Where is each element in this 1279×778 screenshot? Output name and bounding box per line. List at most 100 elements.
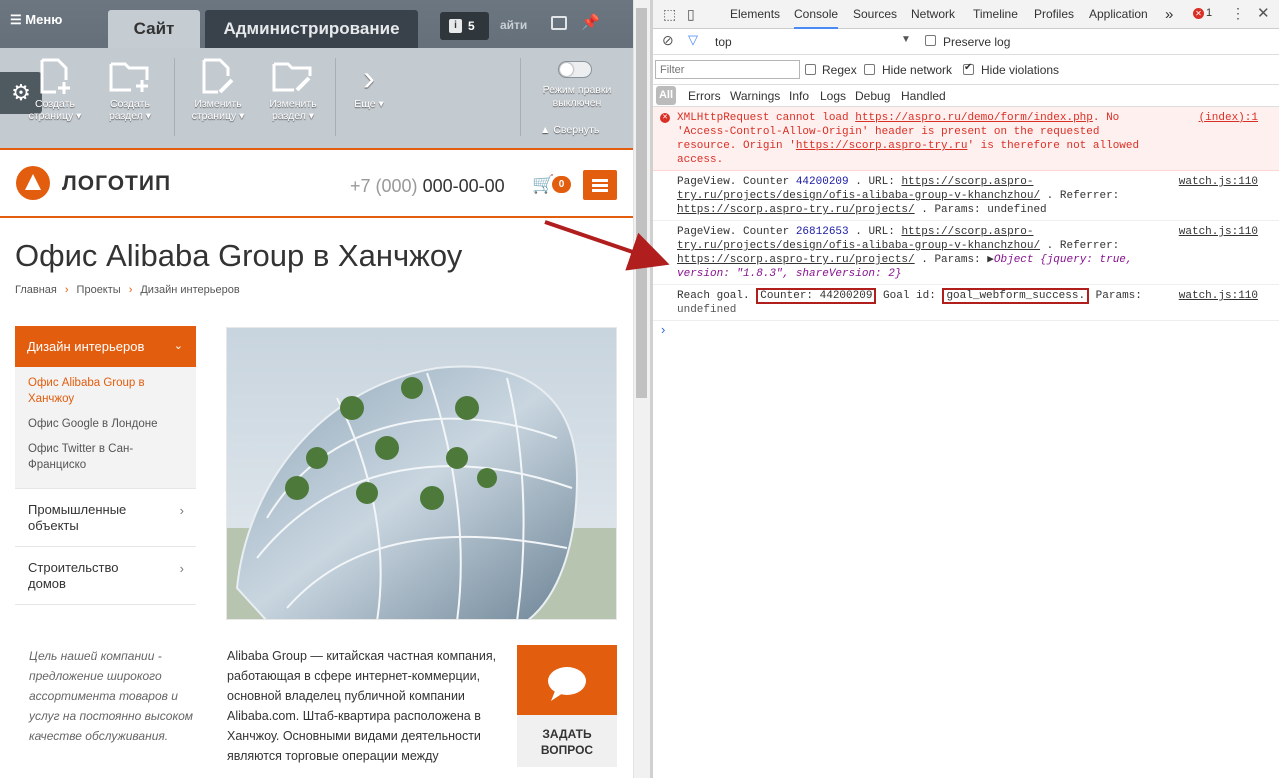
error-count: 1 bbox=[1206, 7, 1213, 19]
edit-page-label: Изменить страницу ▾ bbox=[191, 98, 245, 122]
site-header: ЛОГОТИП +7 (000) 000-00-00 🛒 0 bbox=[0, 148, 633, 218]
level-debug[interactable]: Debug bbox=[855, 89, 890, 103]
tab-console[interactable]: Console bbox=[794, 0, 839, 29]
close-icon[interactable]: ✕ bbox=[1257, 4, 1270, 22]
more-label: Еще ▾ bbox=[354, 98, 384, 110]
edit-mode-toggle[interactable] bbox=[558, 61, 592, 78]
more-button[interactable]: › Еще ▾ bbox=[334, 58, 404, 111]
tab-elements[interactable]: Elements bbox=[730, 0, 780, 29]
phone-number[interactable]: +7 (000) 000-00-00 bbox=[350, 176, 505, 197]
log-source-link[interactable]: watch.js:110 bbox=[1179, 289, 1258, 303]
log-text: PageView. Counter bbox=[677, 176, 796, 188]
level-all[interactable]: All bbox=[656, 86, 676, 105]
level-info[interactable]: Info bbox=[789, 89, 809, 103]
level-handled[interactable]: Handled bbox=[901, 89, 946, 103]
pin-icon[interactable]: 📌 bbox=[581, 13, 600, 31]
breadcrumb-design[interactable]: Дизайн интерьеров bbox=[140, 284, 239, 296]
level-warnings[interactable]: Warnings bbox=[730, 89, 780, 103]
menu-button[interactable]: ☰ Меню bbox=[10, 12, 62, 38]
edit-folder-icon bbox=[258, 58, 328, 98]
create-section-button[interactable]: Создать раздел ▾ bbox=[95, 58, 165, 122]
cart-count-badge: 0 bbox=[552, 176, 571, 193]
hide-violations-label: Hide violations bbox=[981, 63, 1060, 77]
regex-checkbox[interactable] bbox=[805, 64, 816, 75]
side-menu-active-item[interactable]: Дизайн интерьеров ⌄ bbox=[15, 326, 196, 367]
inspect-element-icon[interactable]: ⬚ bbox=[663, 6, 676, 23]
tab-profiles[interactable]: Profiles bbox=[1034, 0, 1074, 29]
toolbar-divider bbox=[174, 58, 175, 136]
submenu-item[interactable]: Офис Alibaba Group в Ханчжоу bbox=[28, 375, 183, 407]
tab-sources[interactable]: Sources bbox=[853, 0, 897, 29]
highlighted-goal-id: goal_webform_success. bbox=[942, 288, 1090, 304]
clear-console-icon[interactable]: ⊘ bbox=[662, 32, 674, 49]
breadcrumb-home[interactable]: Главная bbox=[15, 284, 57, 296]
edit-mode-label: Режим правки выключен bbox=[542, 84, 612, 109]
level-errors[interactable]: Errors bbox=[688, 89, 721, 103]
console-prompt[interactable]: › bbox=[653, 321, 1279, 339]
tab-timeline[interactable]: Timeline bbox=[973, 0, 1018, 29]
toolbar-divider bbox=[520, 58, 521, 136]
logo-icon[interactable] bbox=[16, 166, 50, 200]
console-log-message: PageView. Counter 26812653 . URL: https:… bbox=[653, 221, 1279, 285]
tab-site[interactable]: Сайт bbox=[108, 10, 200, 48]
chevron-down-icon[interactable]: ▼ bbox=[901, 34, 911, 45]
edit-section-label: Изменить раздел ▾ bbox=[269, 98, 317, 122]
log-source-link[interactable]: watch.js:110 bbox=[1179, 225, 1258, 239]
log-text: Reach goal. bbox=[677, 290, 757, 302]
page-title: Офис Alibaba Group в Ханчжоу bbox=[15, 238, 463, 273]
edit-page-button[interactable]: Изменить страницу ▾ bbox=[183, 58, 253, 122]
tab-admin[interactable]: Администрирование bbox=[205, 10, 418, 48]
collapse-button[interactable]: ▲ Свернуть bbox=[540, 124, 599, 136]
log-text: PageView. Counter bbox=[677, 226, 796, 238]
expand-triangle-icon[interactable]: ▶ bbox=[987, 254, 994, 266]
hamburger-menu-icon[interactable] bbox=[583, 170, 617, 200]
side-menu-item-label: Строительство домов bbox=[28, 560, 119, 591]
side-menu-item[interactable]: Строительство домов › bbox=[15, 547, 196, 605]
preserve-log-checkbox[interactable] bbox=[925, 35, 936, 46]
preserve-log-label: Preserve log bbox=[943, 35, 1011, 49]
log-link[interactable]: https://scorp.aspro-try.ru bbox=[796, 140, 968, 152]
hide-violations-checkbox[interactable] bbox=[963, 62, 974, 75]
find-link[interactable]: айти bbox=[500, 18, 527, 32]
more-options-icon[interactable]: ⋮ bbox=[1231, 5, 1245, 22]
ask-question-button[interactable] bbox=[517, 645, 617, 715]
level-logs[interactable]: Logs bbox=[820, 89, 846, 103]
tab-network[interactable]: Network bbox=[911, 0, 955, 29]
hide-network-checkbox[interactable] bbox=[864, 64, 875, 75]
log-source-link[interactable]: watch.js:110 bbox=[1179, 175, 1258, 189]
breadcrumb-separator: › bbox=[64, 284, 69, 296]
log-text: undefined bbox=[677, 304, 737, 316]
more-tabs-icon[interactable]: » bbox=[1165, 0, 1173, 29]
edit-page-icon bbox=[183, 58, 253, 98]
add-folder-icon bbox=[95, 58, 165, 98]
edit-section-button[interactable]: Изменить раздел ▾ bbox=[258, 58, 328, 122]
keyboard-icon[interactable] bbox=[551, 16, 567, 30]
side-menu: Дизайн интерьеров ⌄ Офис Alibaba Group в … bbox=[15, 326, 196, 605]
side-menu-item[interactable]: Промышленные объекты › bbox=[15, 489, 196, 547]
console-log-message: PageView. Counter 44200209 . URL: https:… bbox=[653, 171, 1279, 221]
log-link[interactable]: https://scorp.aspro-try.ru/projects/ bbox=[677, 204, 915, 216]
submenu-item[interactable]: Офис Twitter в Сан-Франциско bbox=[28, 441, 183, 473]
filter-icon[interactable]: ▽ bbox=[688, 32, 698, 48]
tab-application[interactable]: Application bbox=[1089, 0, 1148, 29]
breadcrumb-separator: › bbox=[128, 284, 133, 296]
side-submenu: Офис Alibaba Group в Ханчжоу Офис Google… bbox=[15, 367, 196, 489]
notifications-button[interactable]: i5 bbox=[440, 12, 489, 40]
logo-text[interactable]: ЛОГОТИП bbox=[62, 172, 171, 196]
filter-input[interactable] bbox=[655, 60, 800, 79]
side-menu-active-label: Дизайн интерьеров bbox=[27, 339, 145, 354]
log-number: 26812653 bbox=[795, 226, 849, 238]
context-select[interactable]: top bbox=[715, 35, 732, 49]
error-count-icon[interactable]: ✕ bbox=[1193, 8, 1204, 19]
ask-question-label[interactable]: ЗАДАТЬ ВОПРОС bbox=[517, 715, 617, 767]
log-link[interactable]: https://scorp.aspro-try.ru/projects/ bbox=[677, 254, 915, 266]
log-source-link[interactable]: (index):1 bbox=[1199, 111, 1258, 125]
device-toolbar-icon[interactable]: ▯ bbox=[687, 6, 695, 23]
submenu-item[interactable]: Офис Google в Лондоне bbox=[28, 416, 183, 432]
log-link[interactable]: https://aspro.ru/demo/form/index.php bbox=[855, 112, 1093, 124]
breadcrumb-projects[interactable]: Проекты bbox=[77, 284, 121, 296]
page-scrollbar-thumb[interactable] bbox=[636, 8, 647, 398]
log-text: . Params: bbox=[914, 254, 988, 266]
create-page-button[interactable]: Создать страницу ▾ bbox=[20, 58, 90, 122]
devtools-panel: ⬚ ▯ Elements Console Sources Network Tim… bbox=[653, 0, 1279, 778]
